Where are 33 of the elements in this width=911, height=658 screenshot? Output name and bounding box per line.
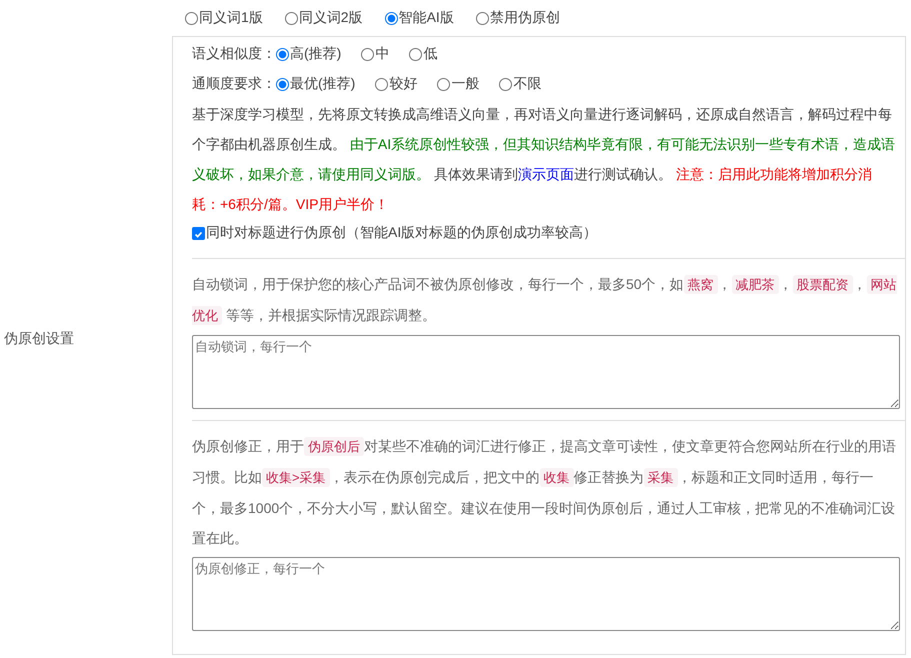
demo-page-link[interactable]: 演示页面 xyxy=(518,166,574,182)
checkbox-label[interactable]: 同时对标题进行伪原创（智能AI版对标题的伪原创成功率较高） xyxy=(206,224,598,242)
radio-button[interactable] xyxy=(437,78,450,90)
radio-label[interactable]: 智能AI版 xyxy=(398,9,454,27)
radio-button[interactable] xyxy=(185,12,198,24)
radio-label[interactable]: 中 xyxy=(375,45,390,63)
radio-button[interactable] xyxy=(384,12,398,24)
radio-button[interactable] xyxy=(276,48,289,60)
radio-label[interactable]: 最优(推荐) xyxy=(290,75,356,93)
radio-button[interactable] xyxy=(375,78,388,90)
radio-label[interactable]: 高(推荐) xyxy=(290,45,342,63)
radio-button[interactable] xyxy=(409,48,422,60)
radio-label[interactable]: 禁用伪原创 xyxy=(490,9,560,27)
radio-button[interactable] xyxy=(476,12,489,24)
radio-button[interactable] xyxy=(499,78,512,90)
radio-label[interactable]: 低 xyxy=(423,45,438,63)
correction-text: 伪原创修正，用于 伪原创后 对某些不准确的词汇进行修正，提高文章可读性，使文章更符合您网站所在行业的用语习惯。比如 收集>采集 ，表示在伪原创完成后，把文中的 收集 修正替换为 采集 ，标题和正文同时适用，每行一个，最多1000个，不分大小写，默认留空。建议在使用一段时间伪原创后，通过人工审核，把常见的不准确词汇设置在此。 xyxy=(192,436,897,548)
radio-label[interactable]: 同义词1版 xyxy=(199,9,263,27)
lock-words-text: 自动锁词，用于保护您的核心产品词不被伪原创修改，每行一个，最多50个，如 燕窝 ， 减肥茶 ， 股票配资 ， 网站优化 等等，并根据实际情况跟踪调整。 xyxy=(192,274,898,327)
radio-label[interactable]: 同义词2版 xyxy=(298,9,363,27)
lock-words-field[interactable]: 自动锁词，每行一个 xyxy=(192,335,900,409)
checkbox[interactable] xyxy=(192,226,205,240)
radio-button[interactable] xyxy=(276,78,289,90)
correction-field[interactable]: 伪原创修正，每行一个 xyxy=(192,557,900,631)
radio-label[interactable]: 一般 xyxy=(451,75,480,93)
description-text: 基于深度学习模型，先将原文转换成高维语义向量，再对语义向量进行逐词解码，还原成自然语言，解码过程中每个字都由机器原创生成。 由于AI系统原创性较强，但其知识结构毕竟有限，有可能无法识别一些专有术语，造成语义破坏，如果介意，请使用同义词版。 具体效果请到演示页面进行测试确认。 注意：启用此功能将增加积分消耗：+6积分/篇。VIP用户半价！ xyxy=(192,105,896,214)
radio-button[interactable] xyxy=(284,12,298,24)
option-label: 语义相似度： xyxy=(192,45,276,63)
option-label: 通顺度要求： xyxy=(192,75,276,93)
radio-label[interactable]: 不限 xyxy=(513,75,542,93)
radio-label[interactable]: 较好 xyxy=(389,75,418,93)
section-label: 伪原创设置 xyxy=(4,330,74,348)
radio-button[interactable] xyxy=(361,48,374,60)
